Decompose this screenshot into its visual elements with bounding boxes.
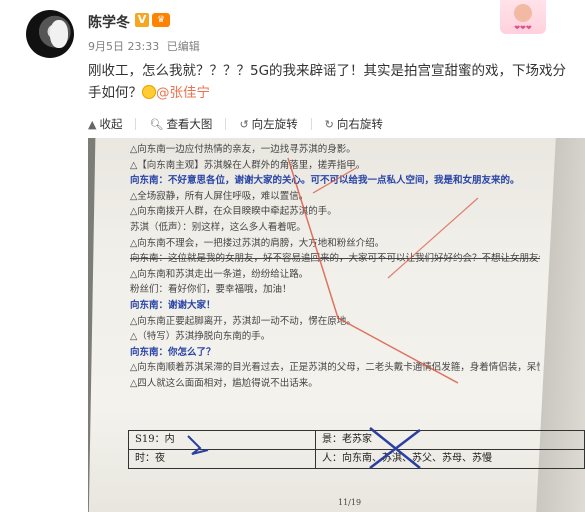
- post-date[interactable]: 9月5日 23:33: [88, 40, 159, 53]
- red-slash-mark: [312, 167, 357, 194]
- magnify-icon: 🔍︎: [149, 117, 164, 131]
- red-slash-mark: [337, 317, 459, 384]
- image-toolbar: ▲ 收起 🔍︎ 查看大图 ↺ 向左旋转 ↻ 向右旋转: [88, 113, 396, 135]
- toolbar-divider: [225, 118, 227, 130]
- post-image[interactable]: △向东南一边应付热情的亲友，一边找寻苏淇的身影。 △【向东南主观】苏淇躲在人群外…: [88, 138, 585, 512]
- blue-pen-doodle: [187, 435, 209, 455]
- username[interactable]: 陈学冬: [88, 12, 130, 32]
- red-slash-mark: [287, 157, 339, 319]
- weibo-post: 陈学冬 V ♛ 9月5日 23:33 已编辑 ❤❤❤ 刚收工，怎么我就？？？？5…: [0, 0, 585, 512]
- pen-marks: [187, 157, 479, 469]
- view-large-label: 查看大图: [166, 117, 213, 131]
- red-slash-mark: [387, 197, 479, 279]
- card-sticker: ❤❤❤: [500, 0, 546, 34]
- verified-badge-icon[interactable]: V: [135, 13, 149, 27]
- collapse-button[interactable]: ▲ 收起: [88, 116, 122, 132]
- rotate-right-button[interactable]: ↻ 向右旋转: [325, 116, 383, 132]
- avatar[interactable]: [26, 10, 74, 58]
- collapse-icon: ▲: [88, 117, 97, 131]
- rotate-right-icon: ↻: [324, 117, 334, 131]
- collapse-label: 收起: [99, 117, 123, 131]
- vip-crown-icon[interactable]: ♛: [152, 13, 170, 27]
- mention-link[interactable]: @张佳宁: [156, 85, 210, 101]
- toolbar-divider: [135, 118, 137, 130]
- view-large-button[interactable]: 🔍︎ 查看大图: [149, 116, 212, 132]
- rotate-right-label: 向右旋转: [336, 117, 383, 131]
- smile-emoji-icon: [142, 85, 156, 99]
- post-meta: 9月5日 23:33 已编辑: [88, 38, 204, 54]
- rotate-left-button[interactable]: ↺ 向左旋转: [239, 116, 297, 132]
- sticker-text: ❤❤❤: [514, 24, 532, 32]
- toolbar-divider: [310, 118, 312, 130]
- rotate-left-icon: ↺: [239, 117, 249, 131]
- rotate-left-label: 向左旋转: [251, 117, 298, 131]
- edited-label: 已编辑: [166, 40, 200, 53]
- post-text: 刚收工，怎么我就？？？？5G的我来辟谣了！其实是拍宫宣甜蜜的戏，下场戏分手如何？…: [88, 60, 568, 104]
